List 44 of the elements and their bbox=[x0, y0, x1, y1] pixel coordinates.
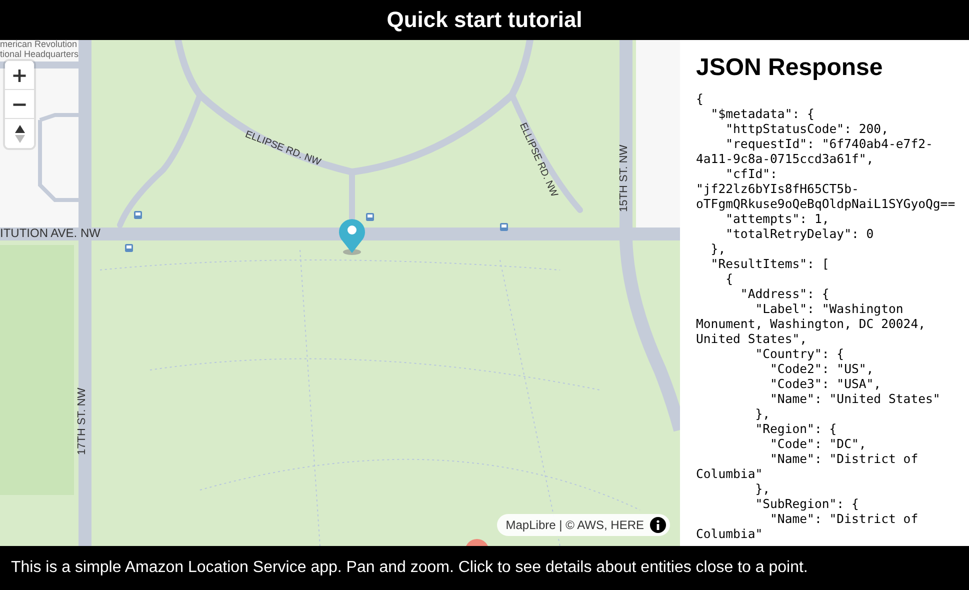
zoom-in-button[interactable]: + bbox=[5, 61, 34, 90]
code-line: { bbox=[696, 92, 704, 107]
code-line: "SubRegion": { bbox=[754, 497, 860, 512]
code-line: "Address": { bbox=[739, 287, 830, 302]
code-line: { bbox=[724, 272, 734, 287]
code-line: Columbia" bbox=[696, 467, 764, 482]
place-label: tional Headquarters bbox=[0, 49, 79, 59]
bus-icon bbox=[134, 211, 142, 219]
code-line: Monument, Washington, DC 20024, bbox=[696, 317, 927, 332]
code-line: "Label": "Washington bbox=[754, 302, 904, 317]
code-line: "Code3": "USA", bbox=[769, 377, 882, 392]
code-line: 4a11-9c8a-0715ccd3a61f", bbox=[696, 152, 875, 167]
panel-title: JSON Response bbox=[696, 54, 884, 82]
code-line: "Name": "United States" bbox=[769, 392, 942, 407]
code-line: oTFgmQRkuse9oQeBqOldpNaiL1SYGyoQg== bbox=[696, 197, 956, 212]
code-line: "Country": { bbox=[754, 347, 846, 362]
attribution-text: MapLibre | © AWS, HERE bbox=[506, 518, 644, 532]
code-line: "Region": { bbox=[754, 422, 838, 437]
place-label: merican Revolution bbox=[0, 40, 78, 49]
street-label: ITUTION AVE. NW bbox=[0, 226, 100, 240]
code-line: "totalRetryDelay": 0 bbox=[724, 227, 875, 242]
code-line: "Code2": "US", bbox=[769, 362, 875, 377]
code-line: "ResultItems": [ bbox=[710, 257, 830, 272]
code-line: "Code": "DC", bbox=[769, 437, 868, 452]
code-line: }, bbox=[754, 407, 772, 422]
street-label: 15TH ST. NW bbox=[618, 144, 630, 212]
code-line: "attempts": 1, bbox=[724, 212, 830, 227]
bus-icon bbox=[500, 223, 508, 231]
street-label: 17TH ST. NW bbox=[76, 388, 88, 455]
code-line: "$metadata": { bbox=[710, 107, 816, 122]
bus-icon bbox=[366, 213, 374, 221]
code-line: }, bbox=[754, 482, 772, 497]
bus-icon bbox=[125, 244, 133, 252]
compass-icon bbox=[14, 124, 24, 142]
code-line: "requestId": "6f740ab4-e7f2- bbox=[724, 137, 934, 152]
code-line: United States", bbox=[696, 332, 808, 347]
code-line: "Name": "District of bbox=[769, 452, 920, 467]
info-icon[interactable] bbox=[650, 517, 666, 533]
code-line: "httpStatusCode": 200, bbox=[724, 122, 890, 137]
code-line: "jf22lz6bYIs8fH65CT5b- bbox=[696, 182, 860, 197]
code-line: Columbia" bbox=[696, 527, 764, 542]
code-line: "Name": "District of bbox=[769, 512, 920, 527]
code-line: "cfId": bbox=[724, 167, 778, 182]
code-line: }, bbox=[710, 242, 727, 257]
